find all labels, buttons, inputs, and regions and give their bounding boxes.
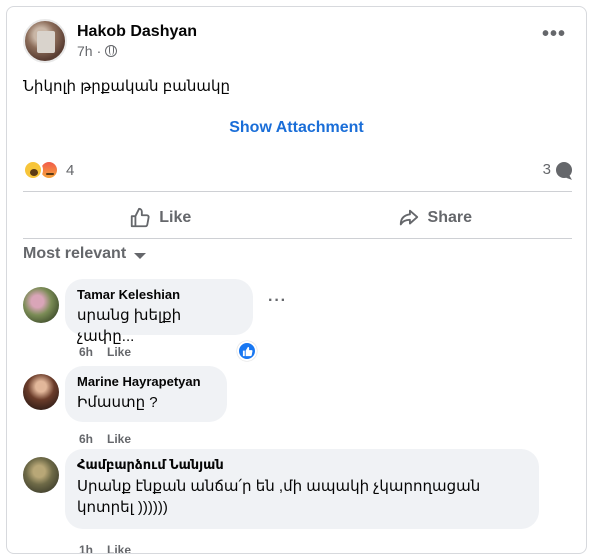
like-badge-icon (237, 341, 257, 361)
comment-text: սրանց խելքի չափը... (77, 307, 182, 345)
post-header: Hakob Dashyan 7h · (23, 19, 197, 63)
comment-time[interactable]: 6h (79, 345, 93, 359)
chevron-down-icon (134, 252, 147, 259)
comment-time[interactable]: 1h (79, 543, 93, 553)
commenter-avatar[interactable] (23, 374, 59, 410)
comment-filter-label: Most relevant (23, 245, 127, 262)
reactions-summary[interactable]: 4 (23, 160, 74, 180)
like-button[interactable]: Like (23, 197, 298, 239)
commenter-name[interactable]: Tamar Keleshian (77, 287, 241, 302)
comment-text: Սրանք էնքան անճա՛ր են ,մի ապակի չկարողաց… (77, 476, 527, 518)
reaction-count: 4 (66, 161, 75, 179)
like-label: Like (159, 209, 192, 226)
divider (23, 238, 572, 239)
commenter-name[interactable]: Marine Hayrapetyan (77, 374, 215, 389)
share-icon (399, 209, 418, 226)
post-card: Hakob Dashyan 7h · ••• Նիկոլի թրքական բա… (6, 6, 587, 554)
comment-like-link[interactable]: Like (107, 543, 131, 553)
comment-more-icon[interactable]: ··· (268, 292, 287, 310)
comment-text: Իմաստը ? (77, 394, 158, 411)
comment-bubble: Marine Hayrapetyan Իմաստը ? (65, 366, 227, 422)
comment-bubble: Համբարձում Նանյան Սրանք էնքան անճա՛ր են … (65, 449, 539, 529)
share-label: Share (427, 209, 472, 226)
author-block: Hakob Dashyan 7h · (77, 23, 197, 59)
comment-meta: 1h Like (79, 543, 131, 553)
author-name[interactable]: Hakob Dashyan (77, 23, 197, 41)
comment-meta: 6h Like (79, 432, 131, 446)
more-icon[interactable]: ••• (542, 24, 566, 44)
wow-reaction-icon (23, 160, 43, 180)
comment-time[interactable]: 6h (79, 432, 93, 446)
comment-icon (556, 161, 572, 178)
comment-count-value: 3 (542, 161, 551, 178)
author-avatar[interactable] (23, 19, 67, 63)
commenter-avatar[interactable] (23, 287, 59, 323)
comment-meta: 6h Like (79, 345, 131, 359)
comment-filter[interactable]: Most relevant (23, 245, 147, 263)
comments-count[interactable]: 3 (543, 161, 572, 178)
like-icon (131, 207, 150, 228)
commenter-name[interactable]: Համբարձում Նանյան (77, 457, 527, 473)
comment-text-line: Սրանք էնքան անճա՛ր են ,մի ապակի չկարողաց… (77, 478, 481, 495)
post-time[interactable]: 7h (77, 43, 93, 59)
comment-text-line: կոտրել )))))) (77, 499, 168, 516)
comment-like-link[interactable]: Like (107, 432, 131, 446)
post-actions: Like Share (23, 197, 572, 239)
share-button[interactable]: Share (298, 197, 573, 239)
show-attachment-link[interactable]: Show Attachment (7, 119, 586, 137)
divider (23, 191, 572, 192)
comment-bubble: Tamar Keleshian սրանց խելքի չափը... (65, 279, 253, 345)
globe-icon (105, 45, 118, 57)
comment-like-link[interactable]: Like (107, 345, 131, 359)
post-meta: 7h · (77, 43, 197, 59)
commenter-avatar[interactable] (23, 457, 59, 493)
post-text: Նիկոլի թրքական բանակը (23, 78, 230, 95)
